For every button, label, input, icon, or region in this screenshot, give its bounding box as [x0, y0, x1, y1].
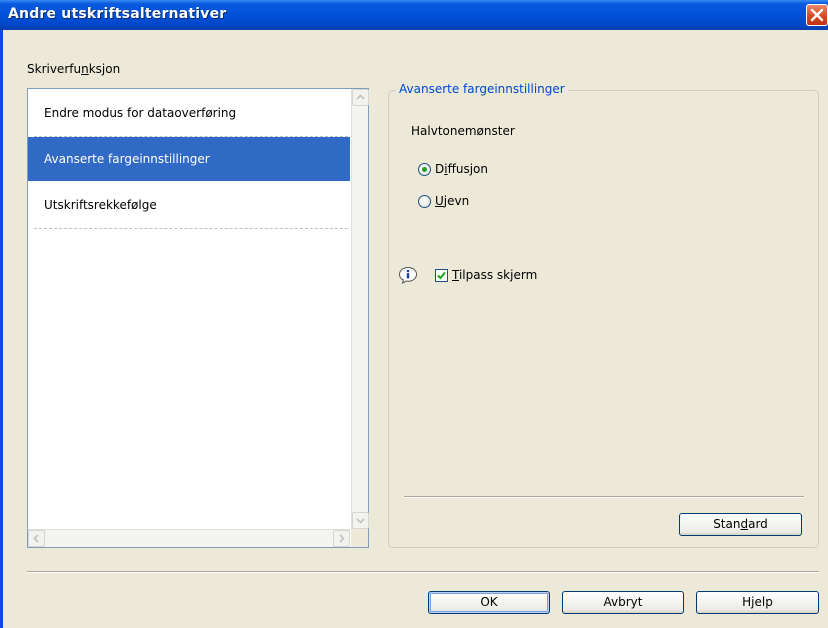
- standard-button[interactable]: Standard: [679, 513, 802, 536]
- info-icon: [398, 266, 418, 284]
- radio-ujevn-label[interactable]: Ujevn: [435, 194, 469, 208]
- check-icon: [437, 271, 446, 280]
- group-title: Avanserte fargeinnstillinger: [396, 82, 568, 96]
- printer-function-label: Skriverfunksjon: [27, 62, 121, 76]
- advanced-color-groupbox: [388, 90, 819, 548]
- chevron-left-icon: [33, 534, 39, 543]
- window-frame: [0, 30, 3, 628]
- scroll-left-button[interactable]: [28, 530, 45, 547]
- halftone-pattern-label: Halvtonemønster: [411, 124, 515, 138]
- chevron-down-icon: [356, 518, 365, 524]
- scroll-right-button[interactable]: [333, 530, 350, 547]
- list-separator: [34, 228, 348, 229]
- fit-screen-label[interactable]: Tilpass skjerm: [452, 268, 537, 282]
- close-icon: [810, 8, 824, 22]
- horizontal-scrollbar[interactable]: [28, 529, 350, 547]
- list-item-print-order[interactable]: Utskriftsrekkefølge: [28, 183, 350, 227]
- window-title: Andre utskriftsalternativer: [8, 6, 227, 22]
- scroll-up-button[interactable]: [352, 89, 369, 106]
- dialog-window: Andre utskriftsalternativer Skriverfunks…: [0, 0, 828, 628]
- radio-ujevn[interactable]: [418, 195, 431, 208]
- radio-diffusion[interactable]: [418, 163, 431, 176]
- scrollbar-corner: [351, 529, 368, 547]
- title-bar[interactable]: Andre utskriftsalternativer: [0, 0, 828, 30]
- vertical-scrollbar[interactable]: [351, 89, 369, 529]
- chevron-up-icon: [356, 94, 365, 100]
- help-button[interactable]: Hjelp: [696, 591, 819, 614]
- cancel-button[interactable]: Avbryt: [562, 591, 684, 614]
- dialog-separator: [27, 571, 819, 573]
- printer-function-list[interactable]: Endre modus for dataoverføring Avanserte…: [27, 88, 369, 548]
- ok-button[interactable]: OK: [428, 591, 550, 614]
- close-button[interactable]: [806, 4, 828, 26]
- radio-diffusion-label[interactable]: Diffusjon: [435, 162, 488, 176]
- fit-screen-checkbox[interactable]: [435, 269, 448, 282]
- list-item-advanced-color-settings[interactable]: Avanserte fargeinnstillinger: [28, 137, 350, 181]
- group-separator: [404, 496, 804, 498]
- radio-selected-dot: [422, 167, 427, 172]
- list-item-data-transfer-mode[interactable]: Endre modus for dataoverføring: [28, 91, 350, 135]
- scroll-down-button[interactable]: [352, 512, 369, 529]
- chevron-right-icon: [339, 534, 345, 543]
